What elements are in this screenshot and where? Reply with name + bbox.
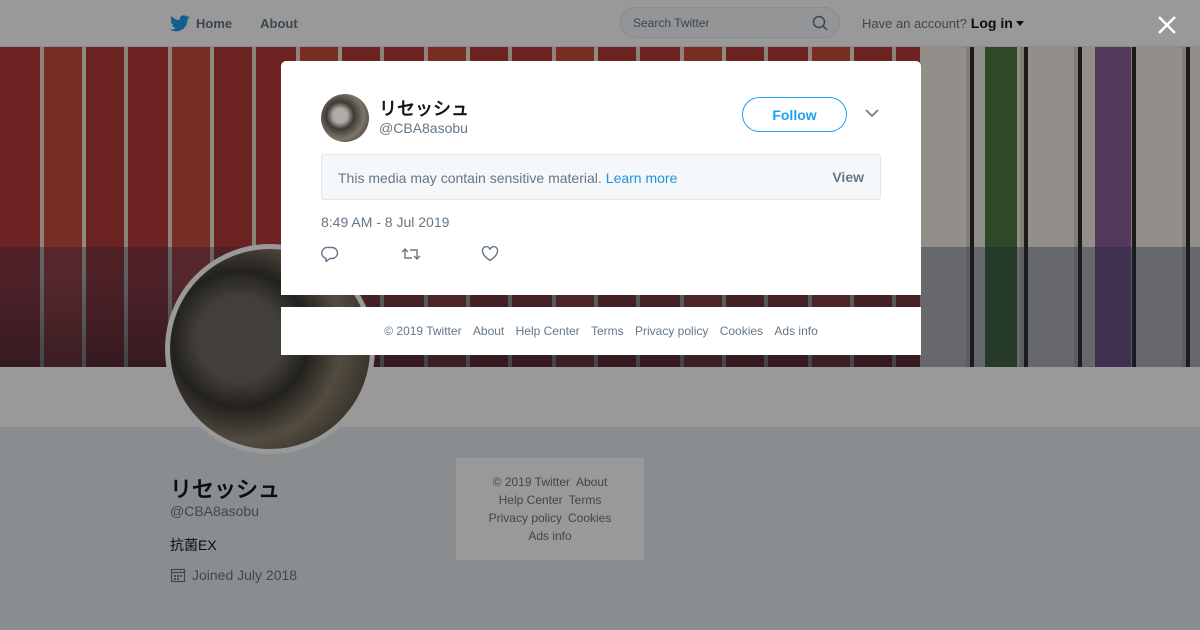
chevron-down-icon[interactable] <box>865 109 879 118</box>
tweet-modal: リセッシュ @CBA8asobu Follow This media may c… <box>281 61 921 295</box>
modal-footer-cookies-link[interactable]: Cookies <box>720 324 763 338</box>
tweet-author-name[interactable]: リセッシュ <box>379 95 469 121</box>
tweet-timestamp[interactable]: 8:49 AM - 8 Jul 2019 <box>321 214 449 230</box>
retweet-icon <box>401 248 421 260</box>
modal-footer-about-link[interactable]: About <box>473 324 504 338</box>
tweet-author-handle[interactable]: @CBA8asobu <box>379 120 468 136</box>
sensitive-message: This media may contain sensitive materia… <box>338 170 602 186</box>
reply-icon <box>321 246 339 263</box>
heart-icon <box>481 245 499 262</box>
close-icon[interactable] <box>1155 13 1179 37</box>
modal-footer: © 2019 Twitter About Help Center Terms P… <box>281 307 921 355</box>
modal-footer-privacy-link[interactable]: Privacy policy <box>635 324 708 338</box>
sensitive-media-notice: This media may contain sensitive materia… <box>321 154 881 200</box>
sensitive-text-wrap: This media may contain sensitive materia… <box>338 170 677 186</box>
follow-button[interactable]: Follow <box>742 97 847 132</box>
modal-footer-copyright: © 2019 Twitter <box>384 324 462 338</box>
like-action[interactable] <box>481 245 561 267</box>
tweet-author-avatar[interactable] <box>321 94 369 142</box>
tweet-actions <box>321 245 561 267</box>
modal-footer-terms-link[interactable]: Terms <box>591 324 624 338</box>
retweet-action[interactable] <box>401 246 481 267</box>
view-button[interactable]: View <box>832 169 864 185</box>
reply-action[interactable] <box>321 246 401 267</box>
learn-more-link[interactable]: Learn more <box>606 170 678 186</box>
modal-footer-ads-link[interactable]: Ads info <box>774 324 817 338</box>
modal-footer-help-link[interactable]: Help Center <box>516 324 580 338</box>
